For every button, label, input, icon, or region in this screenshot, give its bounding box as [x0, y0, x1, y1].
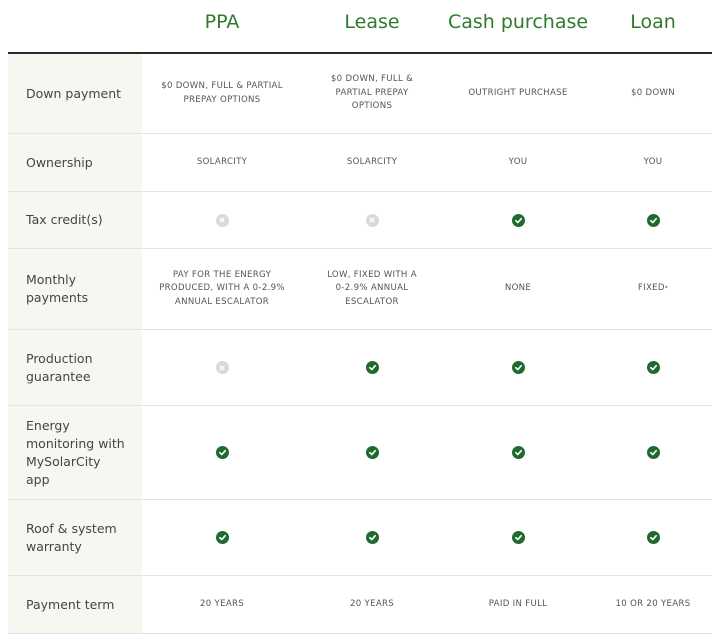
x-icon [215, 213, 229, 227]
x-icon [215, 361, 229, 374]
cell-lease [302, 330, 442, 405]
row-label-text: Tax credit(s) [26, 212, 103, 227]
x-icon [365, 213, 379, 227]
cell-loan: 10 OR 20 YEARS [594, 576, 712, 633]
footnote-marker: * [664, 285, 669, 293]
check-icon [511, 446, 525, 459]
table-row-ownership: Ownership SOLARCITY SOLARCITY YOU YOU [8, 134, 712, 192]
row-label: Down payment [8, 54, 142, 133]
check-icon [365, 531, 379, 544]
check-icon [646, 361, 660, 374]
cell-lease: $0 DOWN, FULL & PARTIAL PREPAY OPTIONS [302, 54, 442, 133]
cell-cash-purchase: YOU [442, 134, 594, 191]
row-label-text: Payment term [26, 596, 115, 612]
cell-text: SOLARCITY [346, 156, 398, 167]
cell-lease [302, 192, 442, 248]
table-row-tax-credit-s: Tax credit(s) [8, 192, 712, 249]
cell-text: 10 OR 20 YEARS [615, 598, 691, 609]
row-label-text: Down payment [26, 85, 122, 101]
cell-text: 20 YEARS [199, 598, 245, 609]
cell-cash-purchase [442, 192, 594, 248]
cell-ppa: $0 DOWN, FULL & PARTIAL PREPAY OPTIONS [142, 54, 302, 133]
cell-text: 20 YEARS [349, 598, 395, 609]
table-row-energy-monitoring-with-mysolarcity-app: Energy monitoring with MySolarCity app [8, 406, 712, 500]
cell-lease: SOLARCITY [302, 134, 442, 191]
column-header-lease: Lease [344, 11, 400, 33]
check-icon [646, 213, 660, 227]
check-icon [646, 531, 660, 544]
column-header-ppa: PPA [204, 11, 240, 33]
cell-ppa [142, 406, 302, 499]
row-label: Production guarantee [8, 330, 142, 405]
row-label-text: Production guarantee [26, 350, 93, 384]
check-icon [215, 531, 229, 544]
cell-cash-purchase [442, 406, 594, 499]
column-header-loan: Loan [630, 11, 676, 33]
cell-ppa: SOLARCITY [142, 134, 302, 191]
check-icon [511, 213, 525, 227]
cell-cash-purchase: OUTRIGHT PURCHASE [442, 54, 594, 133]
comparison-header: PPA Lease Cash purchase Loan [0, 0, 720, 54]
check-icon [511, 361, 525, 374]
table-row-payment-term: Payment term 20 YEARS 20 YEARS PAID IN FULL… [8, 576, 712, 634]
cell-text: FIXED [637, 283, 665, 294]
check-icon [511, 531, 525, 544]
cell-text: PAY FOR THE ENERGY PRODUCED, WITH A 0-2.… [159, 269, 285, 307]
check-icon [365, 361, 379, 374]
cell-loan [594, 406, 712, 499]
cell-text: PAID IN FULL [488, 598, 548, 609]
row-label-text: Energy monitoring with MySolarCity app [26, 417, 125, 487]
row-label: Ownership [8, 134, 142, 191]
row-label: Roof & system warranty [8, 500, 142, 575]
check-icon [646, 446, 660, 459]
cell-loan: $0 DOWN [594, 54, 712, 133]
check-icon [215, 446, 229, 459]
cell-text: $0 DOWN, FULL & PARTIAL PREPAY OPTIONS [330, 74, 414, 112]
cell-lease [302, 406, 442, 499]
row-label: Energy monitoring with MySolarCity app [8, 406, 142, 499]
table-row-production-guarantee: Production guarantee [8, 330, 712, 406]
cell-loan: FIXED * [594, 249, 712, 329]
cell-text: SOLARCITY [196, 156, 248, 167]
cell-loan [594, 192, 712, 248]
table-row-down-payment: Down payment $0 DOWN, FULL & PARTIAL PREP… [8, 54, 712, 134]
cell-ppa: 20 YEARS [142, 576, 302, 633]
cell-cash-purchase: NONE [442, 249, 594, 329]
cell-loan [594, 500, 712, 575]
cell-cash-purchase [442, 500, 594, 575]
cell-lease: 20 YEARS [302, 576, 442, 633]
cell-text: LOW, FIXED WITH A 0-2.9% ANNUAL ESCALATO… [327, 269, 417, 307]
cell-loan [594, 330, 712, 405]
row-label: Monthly payments [8, 249, 142, 329]
row-label-text: Monthly payments [26, 272, 89, 305]
cell-ppa [142, 500, 302, 575]
cell-lease [302, 500, 442, 575]
check-icon [365, 446, 379, 459]
column-header-cash-purchase: Cash purchase [447, 11, 589, 33]
cell-text: OUTRIGHT PURCHASE [468, 87, 568, 98]
cell-cash-purchase [442, 330, 594, 405]
row-label-text: Roof & system warranty [26, 520, 117, 554]
cell-text: YOU [643, 156, 663, 167]
cell-ppa [142, 192, 302, 248]
cell-ppa: PAY FOR THE ENERGY PRODUCED, WITH A 0-2.… [142, 249, 302, 329]
cell-loan: YOU [594, 134, 712, 191]
cell-text: $0 DOWN, FULL & PARTIAL PREPAY OPTIONS [161, 81, 283, 105]
table-row-monthly-payments: Monthly payments PAY FOR THE ENERGY PRODU… [8, 249, 712, 330]
row-label-text: Ownership [26, 154, 93, 170]
cell-text: $0 DOWN [630, 87, 676, 98]
cell-text: NONE [504, 283, 532, 294]
cell-cash-purchase: PAID IN FULL [442, 576, 594, 633]
row-label: Payment term [8, 576, 142, 633]
row-label: Tax credit(s) [8, 192, 142, 248]
cell-ppa [142, 330, 302, 405]
cell-text: YOU [508, 156, 528, 167]
table-row-roof-system-warranty: Roof & system warranty [8, 500, 712, 576]
cell-lease: LOW, FIXED WITH A 0-2.9% ANNUAL ESCALATO… [302, 249, 442, 329]
